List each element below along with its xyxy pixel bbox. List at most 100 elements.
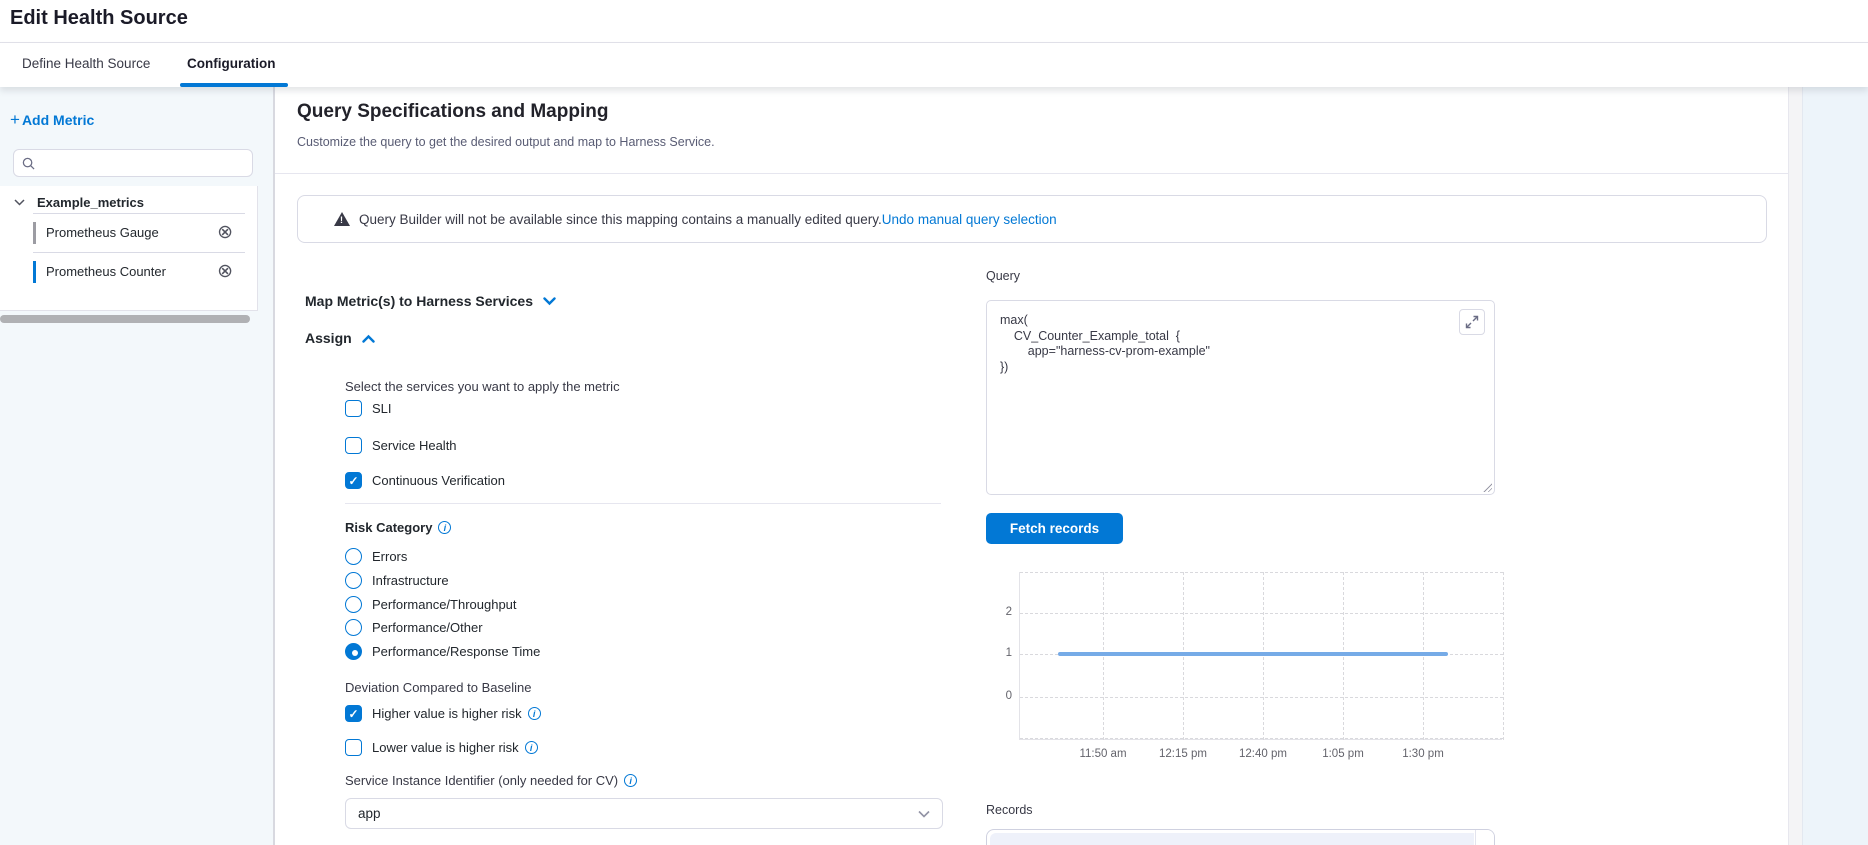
divider	[275, 173, 1788, 174]
metric-item-indicator	[33, 261, 36, 283]
checkbox-row-lower-risk: Lower value is higher risk i	[345, 739, 538, 756]
metric-item-label: Prometheus Gauge	[46, 225, 217, 240]
section-heading: Query Specifications and Mapping	[297, 101, 608, 123]
search-input[interactable]	[41, 156, 241, 170]
x-tick-label: 1:05 pm	[1308, 748, 1378, 760]
horizontal-scrollbar[interactable]	[0, 315, 250, 323]
risk-category-label: Risk Category i	[345, 520, 451, 535]
higher-value-label: Higher value is higher risk	[372, 706, 522, 721]
page-header: Edit Health Source	[0, 0, 1868, 42]
metric-item-prometheus-counter[interactable]: Prometheus Counter ⊗	[33, 253, 245, 290]
infrastructure-label: Infrastructure	[372, 573, 449, 588]
gridline	[1020, 613, 1503, 614]
records-label: Records	[986, 803, 1033, 817]
services-select-label: Select the services you want to apply th…	[345, 379, 620, 394]
scroll-gutter	[1788, 87, 1802, 845]
metric-item-label: Prometheus Counter	[46, 264, 217, 279]
query-text[interactable]: max( CV_Counter_Example_total { app="har…	[1000, 313, 1210, 375]
radio-row-performance-other: Performance/Other	[345, 619, 483, 636]
service-instance-dropdown[interactable]: app	[345, 798, 943, 829]
map-metrics-section-toggle[interactable]: Map Metric(s) to Harness Services	[305, 293, 556, 309]
radio-row-performance-throughput: Performance/Throughput	[345, 596, 517, 613]
add-metric-label: Add Metric	[22, 112, 94, 128]
gridline	[1343, 572, 1344, 740]
gridline	[1020, 697, 1503, 698]
undo-manual-query-link[interactable]: Undo manual query selection	[882, 212, 1057, 227]
checkbox-row-service-health: Service Health	[345, 437, 457, 454]
info-icon[interactable]: i	[624, 774, 637, 787]
errors-label: Errors	[372, 549, 407, 564]
lower-value-label: Lower value is higher risk	[372, 740, 519, 755]
warning-icon	[334, 212, 350, 226]
y-tick-label: 2	[990, 606, 1012, 618]
assign-section-toggle[interactable]: Assign	[305, 330, 375, 346]
info-icon[interactable]: i	[438, 521, 451, 534]
gridline	[1423, 572, 1424, 740]
page-background-right	[1802, 87, 1868, 845]
configuration-panel: Query Specifications and Mapping Customi…	[275, 87, 1788, 845]
checkbox-row-continuous-verification: Continuous Verification	[345, 472, 505, 489]
metric-search-box[interactable]	[13, 149, 253, 177]
remove-metric-icon[interactable]: ⊗	[217, 262, 233, 281]
query-label: Query	[986, 269, 1020, 283]
radio-row-performance-response-time: Performance/Response Time	[345, 643, 540, 660]
lower-value-checkbox[interactable]	[345, 739, 362, 756]
info-icon[interactable]: i	[528, 707, 541, 720]
higher-value-checkbox[interactable]	[345, 705, 362, 722]
expand-query-button[interactable]	[1459, 309, 1485, 335]
active-tab-indicator	[180, 83, 288, 87]
vertical-scrollbar[interactable]	[1475, 830, 1494, 845]
performance-throughput-label: Performance/Throughput	[372, 597, 517, 612]
metric-item-indicator	[33, 222, 36, 244]
expand-icon	[1465, 315, 1479, 329]
performance-other-label: Performance/Other	[372, 620, 483, 635]
warning-text: Query Builder will not be available sinc…	[359, 212, 882, 227]
tab-configuration[interactable]: Configuration	[187, 43, 275, 83]
plus-icon: +	[10, 113, 20, 127]
chevron-down-icon	[918, 810, 930, 818]
metric-item-prometheus-gauge[interactable]: Prometheus Gauge ⊗	[33, 214, 245, 251]
service-instance-value: app	[358, 806, 381, 821]
performance-other-radio[interactable]	[345, 619, 362, 636]
deviation-label: Deviation Compared to Baseline	[345, 680, 531, 695]
metric-group-row[interactable]: Example_metrics	[0, 192, 144, 212]
fetch-records-button[interactable]: Fetch records	[986, 513, 1123, 544]
section-subheading: Customize the query to get the desired o…	[297, 135, 715, 149]
y-tick-label: 1	[990, 647, 1012, 659]
info-icon[interactable]: i	[525, 741, 538, 754]
remove-metric-icon[interactable]: ⊗	[217, 223, 233, 242]
gridline	[1103, 572, 1104, 740]
gridline	[1263, 572, 1264, 740]
query-builder-warning-banner: Query Builder will not be available sinc…	[297, 195, 1767, 243]
tab-bar: Define Health Source Configuration	[0, 43, 1868, 87]
gridline	[1503, 572, 1504, 740]
metric-tree: Example_metrics Prometheus Gauge ⊗ Prome…	[0, 186, 258, 311]
errors-radio[interactable]	[345, 548, 362, 565]
map-metrics-header-label: Map Metric(s) to Harness Services	[305, 293, 533, 309]
metric-group-label: Example_metrics	[37, 195, 144, 210]
y-tick-label: 0	[990, 690, 1012, 702]
query-editor[interactable]: max( CV_Counter_Example_total { app="har…	[986, 300, 1495, 495]
sli-checkbox[interactable]	[345, 400, 362, 417]
infrastructure-radio[interactable]	[345, 572, 362, 589]
assign-header-label: Assign	[305, 330, 352, 346]
add-metric-button[interactable]: + Add Metric	[10, 112, 94, 128]
performance-response-time-radio[interactable]	[345, 643, 362, 660]
checkbox-row-sli: SLI	[345, 400, 392, 417]
continuous-verification-checkbox[interactable]	[345, 472, 362, 489]
tab-define-health-source[interactable]: Define Health Source	[22, 43, 150, 83]
performance-throughput-radio[interactable]	[345, 596, 362, 613]
service-health-checkbox[interactable]	[345, 437, 362, 454]
x-tick-label: 11:50 am	[1068, 748, 1138, 760]
divider	[345, 503, 941, 504]
gridline	[1183, 572, 1184, 740]
gridline	[1020, 572, 1503, 573]
service-instance-label: Service Instance Identifier (only needed…	[345, 773, 637, 788]
chevron-down-icon[interactable]	[14, 199, 25, 206]
timeseries-chart: 21011:50 am12:15 pm12:40 pm1:05 pm1:30 p…	[1019, 572, 1502, 740]
resize-handle[interactable]	[1482, 482, 1492, 492]
x-tick-label: 12:40 pm	[1228, 748, 1298, 760]
search-icon	[22, 157, 35, 170]
x-tick-label: 12:15 pm	[1148, 748, 1218, 760]
records-panel	[986, 829, 1495, 845]
